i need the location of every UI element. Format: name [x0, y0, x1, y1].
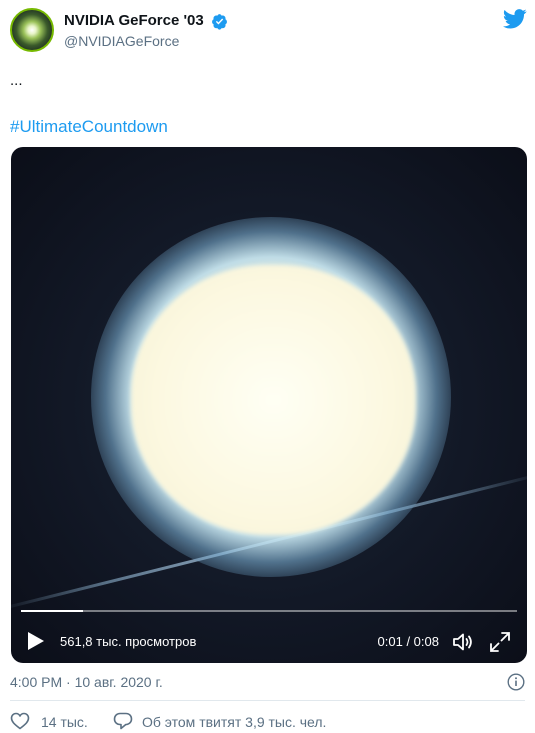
tweet-text: ...	[10, 72, 23, 89]
reply-bubble-icon	[113, 712, 133, 730]
discussion-label[interactable]: Об этом твитят 3,9 тыс. чел.	[142, 714, 326, 730]
video-player[interactable]: 561,8 тыс. просмотров 0:01 / 0:08	[11, 147, 527, 663]
view-count: 561,8 тыс. просмотров	[60, 634, 197, 649]
explosion-core	[131, 265, 416, 535]
play-icon[interactable]	[27, 631, 45, 651]
display-name[interactable]: NVIDIA GeForce '03	[64, 12, 204, 30]
handle[interactable]: @NVIDIAGeForce	[64, 32, 228, 50]
hashtag-link[interactable]: #UltimateCountdown	[10, 117, 168, 137]
video-time: 0:01 / 0:08	[377, 634, 439, 649]
info-icon[interactable]	[507, 673, 525, 691]
video-controls: 561,8 тыс. просмотров 0:01 / 0:08	[11, 627, 527, 657]
tweet-actions: 14 тыс. Об этом твитят 3,9 тыс. чел.	[10, 710, 525, 732]
video-progress-bar[interactable]	[21, 610, 517, 612]
avatar[interactable]	[10, 8, 54, 52]
verified-badge-icon	[212, 13, 228, 30]
discussion-button[interactable]	[113, 712, 133, 730]
tweet-timestamp[interactable]: 4:00 PM · 10 авг. 2020 г.	[10, 674, 163, 690]
heart-icon	[10, 712, 30, 730]
volume-icon[interactable]	[451, 630, 475, 654]
twitter-bird-icon[interactable]	[503, 8, 527, 30]
tweet-header: NVIDIA GeForce '03 @NVIDIAGeForce	[10, 8, 527, 54]
author-block[interactable]: NVIDIA GeForce '03 @NVIDIAGeForce	[64, 12, 228, 50]
fullscreen-icon[interactable]	[489, 631, 511, 653]
like-button[interactable]	[10, 712, 30, 730]
like-count[interactable]: 14 тыс.	[41, 714, 88, 730]
video-progress-fill	[21, 610, 83, 612]
divider	[10, 700, 525, 701]
